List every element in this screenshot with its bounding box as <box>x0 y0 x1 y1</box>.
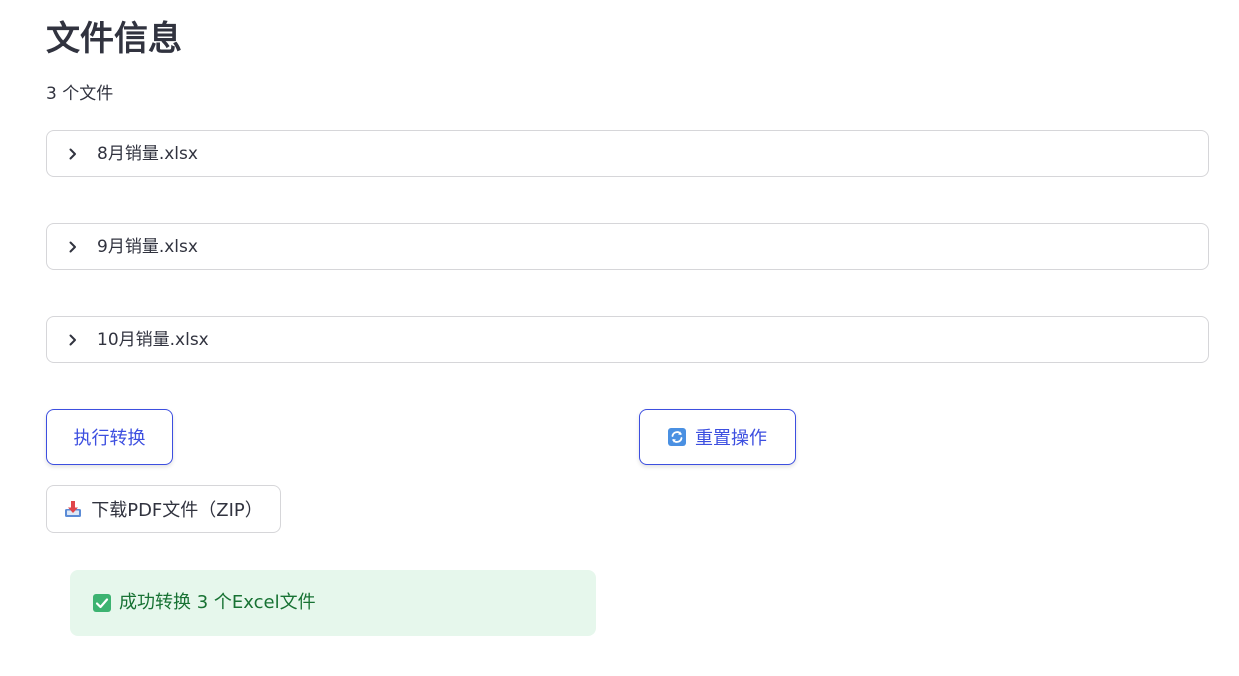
chevron-right-icon <box>65 239 81 255</box>
inbox-tray-icon <box>64 500 82 518</box>
page: 文件信息 3 个文件 8月销量.xlsx 9月销量.xlsx 10月销量.xls… <box>0 0 1239 676</box>
file-name: 10月销量.xlsx <box>97 329 209 350</box>
success-message: 成功转换 3 个Excel文件 <box>119 592 316 613</box>
reset-button[interactable]: 重置操作 <box>639 409 796 465</box>
page-title: 文件信息 <box>46 19 182 59</box>
file-expander[interactable]: 10月销量.xlsx <box>46 316 1209 363</box>
reset-button-label: 重置操作 <box>695 428 767 449</box>
success-alert: 成功转换 3 个Excel文件 <box>70 570 596 636</box>
chevron-right-icon <box>65 146 81 162</box>
download-zip-button[interactable]: 下载PDF文件（ZIP） <box>46 485 281 533</box>
download-zip-button-label: 下载PDF文件（ZIP） <box>91 500 263 521</box>
file-name: 8月销量.xlsx <box>97 143 198 164</box>
file-expander[interactable]: 9月销量.xlsx <box>46 223 1209 270</box>
chevron-right-icon <box>65 332 81 348</box>
convert-button-label: 执行转换 <box>73 428 146 449</box>
refresh-icon <box>668 428 686 446</box>
check-mark-icon <box>93 594 111 612</box>
file-expander[interactable]: 8月销量.xlsx <box>46 130 1209 177</box>
convert-button[interactable]: 执行转换 <box>46 409 173 465</box>
file-count: 3 个文件 <box>46 84 114 104</box>
file-name: 9月销量.xlsx <box>97 236 198 257</box>
